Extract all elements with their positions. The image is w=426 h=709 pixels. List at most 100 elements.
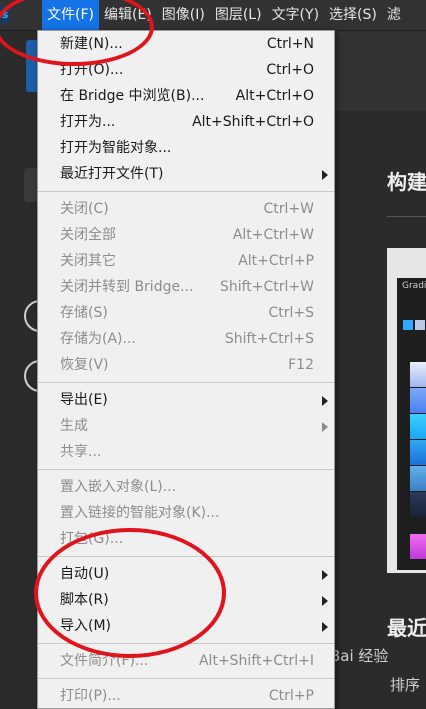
side-button[interactable]: [24, 168, 38, 202]
file-menu-item[interactable]: 打开为... Alt+Shift+Ctrl+O: [38, 109, 334, 135]
file-menu-item: 置入链接的智能对象(K)...: [38, 500, 334, 526]
menu-separator: [38, 191, 334, 192]
photoshop-app-icon: s: [0, 6, 10, 24]
menu-item-label: 关闭(C): [60, 201, 109, 217]
file-menu-item[interactable]: 打开(O)... Ctrl+O: [38, 57, 334, 83]
menu-item-shortcut: Alt+Shift+Ctrl+O: [192, 114, 314, 130]
submenu-arrow-icon: [322, 396, 328, 406]
menu-item-label: 新建(N)...: [60, 36, 123, 52]
file-menu-item: 存储(S) Ctrl+S: [38, 300, 334, 326]
file-menu-item: 存储为(A)... Shift+Ctrl+S: [38, 326, 334, 352]
menu-item-shortcut: Alt+Shift+Ctrl+I: [198, 653, 314, 669]
file-menu-item[interactable]: 导入(M): [38, 613, 334, 639]
submenu-arrow-icon: [322, 622, 328, 632]
file-menu-item: 生成: [38, 413, 334, 439]
menu-item-label: 关闭并转到 Bridge...: [60, 279, 194, 295]
file-menu-item[interactable]: 导出(E): [38, 387, 334, 413]
menu-item-label: 置入链接的智能对象(K)...: [60, 505, 220, 521]
menu-item-shortcut: Alt+Ctrl+P: [238, 253, 314, 269]
menu-item-shortcut: Ctrl+W: [263, 201, 314, 217]
menu-select[interactable]: 选择(S): [324, 0, 382, 30]
menu-item-label: 导出(E): [60, 392, 108, 408]
gradient-swatch[interactable]: [410, 362, 426, 387]
file-menu-item: 关闭并转到 Bridge... Shift+Ctrl+W: [38, 274, 334, 300]
file-menu-item: 关闭(C) Ctrl+W: [38, 196, 334, 222]
menu-item-label: 生成: [60, 418, 88, 434]
menu-item-label: 自动(U): [60, 566, 110, 582]
menu-separator: [38, 678, 334, 679]
menu-item-shortcut: Alt+Ctrl+W: [232, 227, 314, 243]
menu-layer[interactable]: 图层(L): [210, 0, 267, 30]
menu-file[interactable]: 文件(F): [42, 0, 99, 30]
menu-item-shortcut: F12: [288, 357, 314, 373]
menu-item-shortcut: Ctrl+N: [266, 36, 314, 52]
gradient-panel: Gradi: [397, 278, 426, 570]
section-heading-build: 构建: [387, 170, 426, 194]
menu-item-label: 恢复(V): [60, 357, 109, 373]
menu-item-shortcut: Shift+Ctrl+S: [224, 331, 314, 347]
file-menu-dropdown: 新建(N)... Ctrl+N 打开(O)... Ctrl+O 在 Bridge 中浏览…: [37, 30, 335, 709]
menu-edit[interactable]: 编辑(E): [99, 0, 157, 30]
menu-image[interactable]: 图像(I): [157, 0, 210, 30]
section-heading-recent: 最近: [387, 616, 426, 640]
menu-item-label: 打开(O)...: [60, 62, 124, 78]
menu-separator: [38, 643, 334, 644]
menu-item-label: 打开为智能对象...: [60, 140, 172, 156]
file-menu-item[interactable]: 最近打开文件(T): [38, 161, 334, 187]
menu-bar: s 文件(F) 编辑(E) 图像(I) 图层(L) 文字(Y) 选择(S) 滤: [0, 0, 426, 31]
menu-item-shortcut: Alt+Ctrl+O: [235, 88, 314, 104]
file-menu-item: 关闭其它 Alt+Ctrl+P: [38, 248, 334, 274]
menu-item-label: 打开为...: [60, 114, 116, 130]
menu-item-label: 关闭全部: [60, 227, 116, 243]
menu-item-label: 文件简介(F)...: [60, 653, 149, 669]
menu-item-label: 置入嵌入对象(L)...: [60, 479, 177, 495]
file-menu-item: 关闭全部 Alt+Ctrl+W: [38, 222, 334, 248]
menu-item-shortcut: Ctrl+P: [268, 688, 314, 704]
divider: [387, 216, 426, 217]
file-menu-item[interactable]: 自动(U): [38, 561, 334, 587]
submenu-arrow-icon: [322, 596, 328, 606]
gradient-swatch[interactable]: [410, 534, 426, 559]
menu-item-label: 脚本(R): [60, 592, 109, 608]
file-menu-item: 文件简介(F)... Alt+Shift+Ctrl+I: [38, 648, 334, 674]
file-menu-item: 置入嵌入对象(L)...: [38, 474, 334, 500]
menu-item-label: 导入(M): [60, 618, 112, 634]
menu-item-shortcut: Ctrl+S: [268, 305, 314, 321]
menu-separator: [38, 382, 334, 383]
file-menu-item[interactable]: 打开为智能对象...: [38, 135, 334, 161]
menu-separator: [38, 556, 334, 557]
file-menu-item[interactable]: 脚本(R): [38, 587, 334, 613]
file-menu-item: 打包(G)...: [38, 526, 334, 552]
file-menu-item[interactable]: 新建(N)... Ctrl+N: [38, 31, 334, 57]
gradient-swatch[interactable]: [410, 466, 426, 491]
menu-item-label: 关闭其它: [60, 253, 116, 269]
swatch[interactable]: [415, 320, 425, 330]
submenu-arrow-icon: [322, 170, 328, 180]
submenu-arrow-icon: [322, 570, 328, 580]
menu-separator: [38, 469, 334, 470]
menu-item-shortcut: Ctrl+O: [266, 62, 314, 78]
file-menu-item: 共享...: [38, 439, 334, 465]
menu-item-label: 打包(G)...: [60, 531, 124, 547]
menu-item-shortcut: Shift+Ctrl+W: [219, 279, 314, 295]
file-menu-item[interactable]: 在 Bridge 中浏览(B)... Alt+Ctrl+O: [38, 83, 334, 109]
menu-item-label: 最近打开文件(T): [60, 166, 164, 182]
menu-item-label: 存储为(A)...: [60, 331, 136, 347]
gradient-panel-title: Gradi: [402, 281, 426, 291]
menu-item-label: 打印(P)...: [60, 688, 121, 704]
menu-type[interactable]: 文字(Y): [267, 0, 324, 30]
swatch[interactable]: [403, 320, 413, 330]
menu-item-label: 在 Bridge 中浏览(B)...: [60, 88, 205, 104]
submenu-arrow-icon: [322, 422, 328, 432]
file-menu-item: 恢复(V) F12: [38, 352, 334, 378]
menu-filter[interactable]: 滤: [382, 0, 406, 30]
menu-item-label: 存储(S): [60, 305, 108, 321]
gradient-swatch[interactable]: [410, 440, 426, 465]
menu-item-label: 共享...: [60, 444, 102, 460]
gradient-swatch[interactable]: [410, 414, 426, 439]
gradient-swatch[interactable]: [410, 388, 426, 413]
gradient-swatch[interactable]: [410, 492, 426, 517]
sort-label[interactable]: 排序: [390, 674, 420, 695]
watermark: Bai 经验: [330, 647, 389, 665]
file-menu-item: 打印(P)... Ctrl+P: [38, 683, 334, 709]
